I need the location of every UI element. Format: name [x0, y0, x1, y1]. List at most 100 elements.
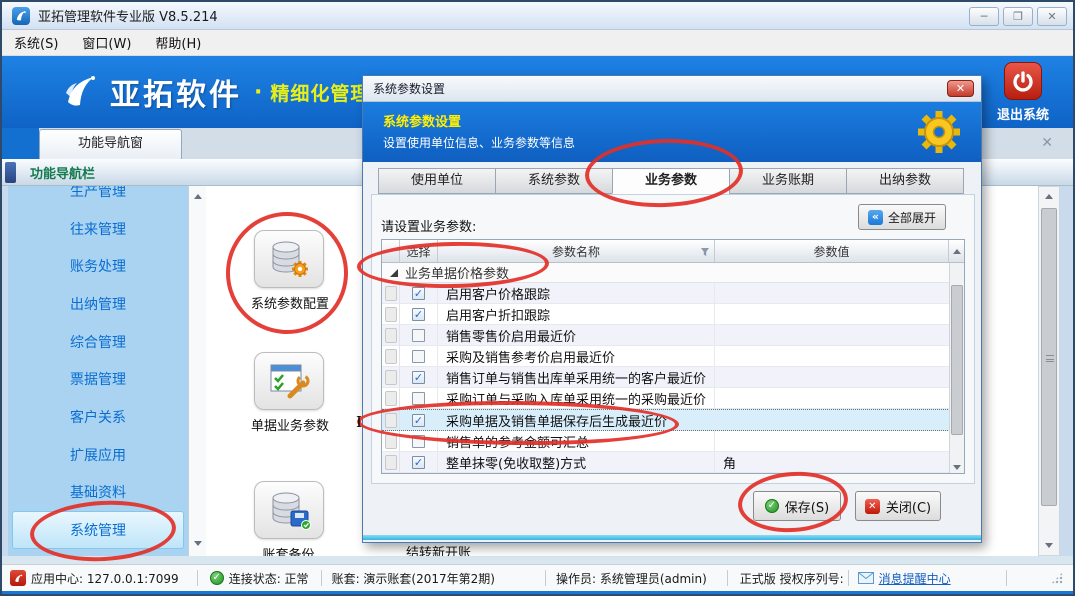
group-expand-icon[interactable]	[390, 269, 398, 277]
param-row[interactable]: 启用客户价格跟踪	[382, 283, 964, 304]
param-value[interactable]: 角	[715, 452, 949, 472]
param-checkbox[interactable]	[412, 435, 425, 448]
tabstrip-close-icon[interactable]: ✕	[1041, 135, 1053, 151]
exit-system-label: 退出系统	[995, 104, 1051, 123]
sidebar-item[interactable]: 客户关系	[12, 398, 184, 436]
minimize-button[interactable]: ─	[969, 7, 999, 26]
param-checkbox[interactable]	[412, 329, 425, 342]
sidebar-item-label: 系统管理	[70, 520, 126, 540]
param-checkbox[interactable]	[412, 350, 425, 363]
resize-grip[interactable]	[1051, 572, 1063, 584]
save-button[interactable]: ✓ 保存(S)	[753, 491, 841, 521]
param-name: 采购单据及销售单据保存后生成最近价	[438, 410, 715, 430]
scroll-up-icon[interactable]	[1045, 194, 1053, 199]
sidebar-item[interactable]: 基础资料	[12, 474, 184, 512]
filter-icon[interactable]	[700, 247, 710, 257]
status-operator: 操作员: 系统管理员(admin)	[556, 570, 707, 587]
sidebar-item[interactable]: 账务处理	[12, 247, 184, 285]
brand-logo-icon	[60, 72, 100, 112]
dialog-close-action-button[interactable]: ✕ 关闭(C)	[855, 491, 941, 521]
row-gutter	[382, 304, 400, 324]
window-right-frame	[1060, 186, 1073, 556]
sidebar-scrollbar[interactable]	[188, 186, 206, 556]
header-param-name[interactable]: 参数名称	[438, 240, 715, 262]
menu-item[interactable]: 帮助(H)	[143, 29, 213, 56]
param-value[interactable]	[715, 283, 949, 303]
header-select[interactable]: 选择	[400, 240, 438, 262]
param-name: 启用客户折扣跟踪	[438, 304, 715, 324]
sidebar-item-label: 往来管理	[70, 219, 126, 239]
dialog-tabs: 使用单位 系统参数 业务参数 业务账期 出纳参数	[379, 168, 964, 194]
expand-all-button[interactable]: « 全部展开	[858, 204, 946, 230]
shortcut-doc-params[interactable]: 单据业务参数	[251, 352, 326, 434]
param-value[interactable]	[715, 388, 949, 408]
workspace-scrollbar[interactable]	[1038, 186, 1060, 556]
scrollbar-thumb[interactable]	[951, 285, 963, 435]
exit-system-button[interactable]: 退出系统	[995, 62, 1051, 123]
sidebar-item[interactable]: 扩展应用	[12, 436, 184, 474]
sidebar-item[interactable]: 出纳管理	[12, 285, 184, 323]
nav-accent-block	[5, 162, 16, 183]
param-row[interactable]: 采购及销售参考价启用最近价	[382, 346, 964, 367]
group-label: 业务单据价格参数	[405, 263, 509, 282]
param-row[interactable]: 启用客户折扣跟踪	[382, 304, 964, 325]
param-row[interactable]: 采购单据及销售单据保存后生成最近价	[382, 409, 964, 431]
sidebar-item[interactable]: 生产管理	[12, 186, 184, 210]
params-table: 选择 参数名称 参数值 业务单据价格参数 启用客户价格跟踪	[381, 239, 965, 474]
param-value[interactable]	[715, 367, 949, 387]
sidebar-item[interactable]: 往来管理	[12, 210, 184, 248]
param-row[interactable]: 销售单的参考金额可汇总	[382, 431, 964, 452]
scroll-down-icon[interactable]	[194, 541, 202, 546]
dialog-tab[interactable]: 出纳参数	[846, 168, 964, 194]
status-account-set: 账套: 演示账套(2017年第2期)	[332, 570, 495, 587]
sidebar-item-label: 扩展应用	[70, 445, 126, 465]
close-button[interactable]: ✕	[1037, 7, 1067, 26]
param-checkbox[interactable]	[412, 414, 425, 427]
dialog-tab[interactable]: 使用单位	[378, 168, 496, 194]
param-checkbox[interactable]	[412, 287, 425, 300]
param-row[interactable]: 销售订单与销售出库单采用统一的客户最近价	[382, 367, 964, 388]
sidebar-item[interactable]: 综合管理	[12, 323, 184, 361]
param-row[interactable]: 采购订单与采购入库单采用统一的采购最近价	[382, 388, 964, 409]
param-checkbox[interactable]	[412, 392, 425, 405]
dialog-close-button[interactable]: ✕	[947, 80, 974, 97]
sidebar-item[interactable]: 票据管理	[12, 360, 184, 398]
param-value[interactable]	[715, 325, 949, 345]
sidebar-item-label: 票据管理	[70, 369, 126, 389]
scroll-down-icon[interactable]	[953, 465, 961, 470]
expand-all-label: 全部展开	[888, 209, 936, 226]
message-center-link[interactable]: 消息提醒中心	[879, 570, 951, 587]
param-value[interactable]	[715, 410, 949, 430]
param-row[interactable]: 销售零售价启用最近价	[382, 325, 964, 346]
table-scroll-up[interactable]	[949, 240, 964, 262]
header-param-value[interactable]: 参数值	[715, 240, 949, 262]
scroll-up-icon[interactable]	[194, 194, 202, 199]
shortcut-system-params[interactable]: 系统参数配置	[251, 230, 326, 312]
bottom-accent-strip	[2, 591, 1073, 594]
brand-name: 亚拓软件	[110, 70, 242, 114]
dialog-tab[interactable]: 业务参数	[612, 168, 730, 194]
maximize-button[interactable]: ❐	[1003, 7, 1033, 26]
param-row[interactable]: 整单抹零(免收取整)方式 角	[382, 452, 964, 473]
dialog-title: 系统参数设置	[373, 80, 445, 97]
scroll-down-icon[interactable]	[1045, 543, 1053, 548]
table-scrollbar[interactable]	[949, 263, 964, 473]
param-checkbox[interactable]	[412, 308, 425, 321]
param-value[interactable]	[715, 304, 949, 324]
sidebar-item-label: 综合管理	[70, 332, 126, 352]
param-value[interactable]	[715, 431, 949, 451]
scrollbar-thumb[interactable]	[1041, 208, 1057, 506]
param-value[interactable]	[715, 346, 949, 366]
shortcut-backup[interactable]: 账套备份	[251, 481, 326, 563]
tab-nav-window[interactable]: 功能导航窗	[39, 129, 182, 159]
sidebar-item-label: 基础资料	[70, 482, 126, 502]
param-checkbox[interactable]	[412, 456, 425, 469]
menu-item[interactable]: 系统(S)	[2, 29, 70, 56]
group-row[interactable]: 业务单据价格参数	[382, 263, 964, 283]
param-checkbox[interactable]	[412, 371, 425, 384]
row-gutter	[382, 410, 400, 430]
menu-item[interactable]: 窗口(W)	[70, 29, 143, 56]
sidebar-item[interactable]: 系统管理	[12, 511, 184, 549]
dialog-tab[interactable]: 系统参数	[495, 168, 613, 194]
dialog-tab[interactable]: 业务账期	[729, 168, 847, 194]
